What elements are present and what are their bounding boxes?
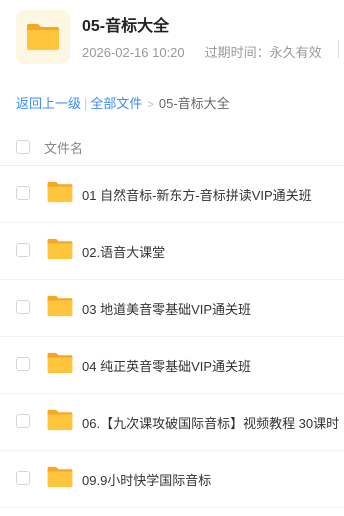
row-checkbox[interactable] — [16, 471, 30, 485]
all-files-link[interactable]: 全部文件 — [90, 96, 142, 111]
row-checkbox[interactable] — [16, 243, 30, 257]
file-name[interactable]: 06.【九次课攻破国际音标】视频教程 30课时 — [82, 413, 339, 432]
folder-icon — [47, 466, 73, 488]
row-checkbox[interactable] — [16, 414, 30, 428]
file-name[interactable]: 09.9小时快学国际音标 — [82, 470, 211, 489]
expire-value: 永久有效 — [269, 45, 322, 60]
list-item[interactable]: 03 地道美音零基础VIP通关班 — [0, 280, 344, 337]
folder-icon — [27, 24, 59, 50]
file-name[interactable]: 03 地道美音零基础VIP通关班 — [82, 299, 251, 318]
file-name[interactable]: 04 纯正英音零基础VIP通关班 — [82, 356, 251, 375]
file-name[interactable]: 01 自然音标-新东方-音标拼读VIP通关班 — [82, 185, 312, 204]
page-title: 05-音标大全 — [82, 18, 170, 35]
header-divider — [338, 40, 339, 58]
expire-label: 过期时间： — [204, 45, 270, 60]
row-checkbox[interactable] — [16, 357, 30, 371]
column-filename: 文件名 — [44, 141, 84, 156]
file-list: 01 自然音标-新东方-音标拼读VIP通关班 02.语音大课堂 03 地道美音零… — [0, 166, 344, 508]
list-item[interactable]: 09.9小时快学国际音标 — [0, 451, 344, 508]
folder-icon — [47, 352, 73, 374]
share-meta: 2026-02-16 10:20 过期时间：永久有效 — [82, 42, 322, 61]
list-item[interactable]: 04 纯正英音零基础VIP通关班 — [0, 337, 344, 394]
list-item[interactable]: 01 自然音标-新东方-音标拼读VIP通关班 — [0, 166, 344, 223]
row-checkbox[interactable] — [16, 300, 30, 314]
share-date: 2026-02-16 10:20 — [82, 45, 185, 60]
breadcrumb-separator: | — [84, 96, 88, 111]
share-header: 05-音标大全 2026-02-16 10:20 过期时间：永久有效 — [0, 0, 344, 78]
select-all-checkbox[interactable] — [16, 140, 30, 154]
folder-icon — [47, 238, 73, 260]
list-item[interactable]: 06.【九次课攻破国际音标】视频教程 30课时 — [0, 394, 344, 451]
folder-icon-large — [16, 10, 70, 64]
folder-icon — [47, 181, 73, 203]
file-name[interactable]: 02.语音大课堂 — [82, 242, 165, 261]
breadcrumb-current: 05-音标大全 — [158, 96, 230, 111]
list-header: 文件名 — [0, 128, 344, 166]
back-link[interactable]: 返回上一级 — [16, 96, 81, 111]
breadcrumb-arrow: > — [147, 99, 154, 111]
breadcrumb: 返回上一级 | 全部文件 >05-音标大全 — [16, 93, 230, 112]
folder-icon — [47, 409, 73, 431]
row-checkbox[interactable] — [16, 186, 30, 200]
folder-icon — [47, 295, 73, 317]
list-item[interactable]: 02.语音大课堂 — [0, 223, 344, 280]
